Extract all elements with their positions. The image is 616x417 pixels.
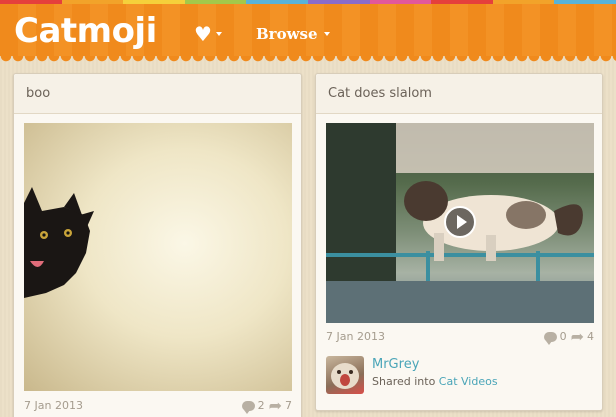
heart-icon: ♥ (194, 22, 212, 46)
share-count: 4 (587, 330, 594, 343)
post-date: 7 Jan 2013 (24, 399, 83, 412)
post-title[interactable]: Cat does slalom (316, 74, 602, 114)
black-cat-peeking-image (24, 187, 94, 298)
browse-label: Browse (256, 25, 318, 43)
post-meta: 7 Jan 2013 0 ➦ 4 (326, 326, 594, 346)
post-card: Cat does slalom 7 Jan 2013 0 ➦ 4 MrGrey … (315, 73, 603, 411)
favorites-menu-button[interactable]: ♥ (194, 22, 222, 46)
comments-button[interactable]: 0 (543, 330, 567, 345)
chevron-down-icon (215, 32, 222, 36)
share-arrow-icon: ➦ (570, 326, 584, 346)
share-button[interactable]: ➦ 7 (268, 395, 292, 415)
comment-bubble-icon (543, 331, 557, 345)
post-image[interactable] (24, 123, 292, 391)
comment-bubble-icon (241, 400, 255, 414)
comments-button[interactable]: 2 (241, 399, 265, 414)
shared-into-text: Shared into Cat Videos (372, 374, 498, 390)
post-stats: 0 ➦ 4 (543, 326, 594, 346)
post-stats: 2 ➦ 7 (241, 395, 292, 415)
share-button[interactable]: ➦ 4 (570, 326, 594, 346)
post-title[interactable]: boo (14, 74, 301, 114)
shared-prefix: Shared into (372, 375, 436, 388)
play-icon[interactable] (444, 206, 476, 238)
sharer-info: MrGrey Shared into Cat Videos (326, 356, 498, 394)
avatar[interactable] (326, 356, 364, 394)
post-card: boo 7 Jan 2013 2 ➦ 7 (13, 73, 302, 417)
avatar-cat-image (331, 363, 359, 389)
share-count: 7 (285, 399, 292, 412)
sharer-username[interactable]: MrGrey (372, 356, 498, 374)
post-date: 7 Jan 2013 (326, 330, 385, 343)
top-header: Catmoji ♥ Browse (0, 4, 616, 56)
collection-link[interactable]: Cat Videos (439, 375, 498, 388)
browse-menu-button[interactable]: Browse (256, 22, 330, 46)
chevron-down-icon (323, 32, 330, 36)
share-arrow-icon: ➦ (268, 395, 282, 415)
catmoji-logo[interactable]: Catmoji (14, 11, 157, 51)
comment-count: 2 (257, 399, 265, 412)
post-video-thumbnail[interactable] (326, 123, 594, 323)
post-meta: 7 Jan 2013 2 ➦ 7 (24, 395, 292, 415)
comment-count: 0 (559, 330, 567, 343)
header-scallop-edge (0, 56, 616, 64)
